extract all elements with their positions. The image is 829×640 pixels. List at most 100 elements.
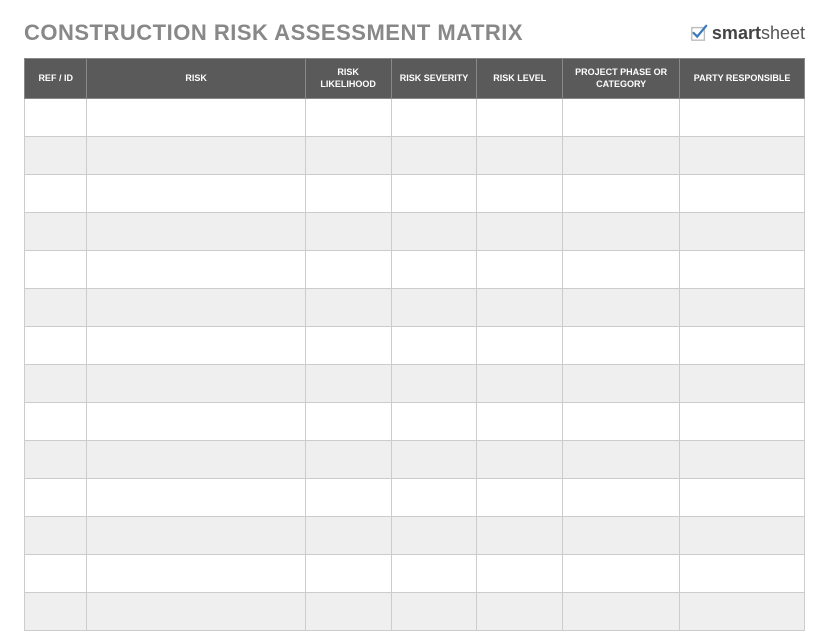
risk-matrix-table: REF / ID RISK RISK LIKELIHOOD RISK SEVER… xyxy=(24,58,805,631)
col-header-likelihood: RISK LIKELIHOOD xyxy=(305,59,391,99)
cell-ref xyxy=(25,555,87,593)
cell-severity xyxy=(391,479,477,517)
table-row xyxy=(25,289,805,327)
cell-ref xyxy=(25,517,87,555)
cell-likelihood xyxy=(305,441,391,479)
cell-severity xyxy=(391,441,477,479)
cell-level xyxy=(477,213,563,251)
cell-level xyxy=(477,175,563,213)
cell-party xyxy=(680,213,805,251)
cell-likelihood xyxy=(305,479,391,517)
cell-risk xyxy=(87,213,305,251)
cell-risk xyxy=(87,555,305,593)
cell-phase xyxy=(563,327,680,365)
cell-level xyxy=(477,403,563,441)
col-header-risk: RISK xyxy=(87,59,305,99)
cell-risk xyxy=(87,175,305,213)
table-row xyxy=(25,327,805,365)
cell-level xyxy=(477,327,563,365)
brand-name: smartsheet xyxy=(712,23,805,44)
cell-level xyxy=(477,289,563,327)
brand-logo: smartsheet xyxy=(690,23,805,44)
table-header-row: REF / ID RISK RISK LIKELIHOOD RISK SEVER… xyxy=(25,59,805,99)
cell-level xyxy=(477,555,563,593)
cell-ref xyxy=(25,137,87,175)
cell-party xyxy=(680,593,805,631)
cell-ref xyxy=(25,479,87,517)
cell-likelihood xyxy=(305,99,391,137)
cell-ref xyxy=(25,441,87,479)
cell-severity xyxy=(391,517,477,555)
cell-ref xyxy=(25,99,87,137)
cell-phase xyxy=(563,441,680,479)
cell-severity xyxy=(391,175,477,213)
checkmark-icon xyxy=(690,24,708,42)
cell-severity xyxy=(391,251,477,289)
cell-risk xyxy=(87,517,305,555)
cell-severity xyxy=(391,99,477,137)
cell-severity xyxy=(391,403,477,441)
table-row xyxy=(25,441,805,479)
col-header-ref: REF / ID xyxy=(25,59,87,99)
cell-likelihood xyxy=(305,327,391,365)
cell-phase xyxy=(563,593,680,631)
cell-likelihood xyxy=(305,555,391,593)
table-row xyxy=(25,403,805,441)
cell-ref xyxy=(25,593,87,631)
cell-party xyxy=(680,327,805,365)
cell-level xyxy=(477,137,563,175)
cell-level xyxy=(477,251,563,289)
cell-severity xyxy=(391,365,477,403)
table-body xyxy=(25,99,805,631)
cell-risk xyxy=(87,327,305,365)
cell-party xyxy=(680,251,805,289)
cell-phase xyxy=(563,555,680,593)
cell-ref xyxy=(25,365,87,403)
table-row xyxy=(25,593,805,631)
cell-likelihood xyxy=(305,251,391,289)
table-row xyxy=(25,99,805,137)
cell-party xyxy=(680,479,805,517)
cell-risk xyxy=(87,289,305,327)
cell-likelihood xyxy=(305,175,391,213)
table-row xyxy=(25,479,805,517)
cell-likelihood xyxy=(305,365,391,403)
cell-severity xyxy=(391,213,477,251)
table-row xyxy=(25,213,805,251)
cell-party xyxy=(680,289,805,327)
cell-risk xyxy=(87,251,305,289)
cell-party xyxy=(680,517,805,555)
table-row xyxy=(25,365,805,403)
table-row xyxy=(25,555,805,593)
cell-severity xyxy=(391,327,477,365)
table-row xyxy=(25,251,805,289)
page-title: CONSTRUCTION RISK ASSESSMENT MATRIX xyxy=(24,20,523,46)
cell-severity xyxy=(391,593,477,631)
cell-likelihood xyxy=(305,137,391,175)
cell-severity xyxy=(391,289,477,327)
cell-party xyxy=(680,441,805,479)
cell-ref xyxy=(25,213,87,251)
cell-phase xyxy=(563,403,680,441)
cell-phase xyxy=(563,213,680,251)
cell-phase xyxy=(563,517,680,555)
cell-party xyxy=(680,365,805,403)
cell-likelihood xyxy=(305,403,391,441)
col-header-party: PARTY RESPONSIBLE xyxy=(680,59,805,99)
cell-level xyxy=(477,517,563,555)
cell-level xyxy=(477,441,563,479)
cell-ref xyxy=(25,175,87,213)
cell-risk xyxy=(87,593,305,631)
table-row xyxy=(25,517,805,555)
col-header-level: RISK LEVEL xyxy=(477,59,563,99)
cell-ref xyxy=(25,289,87,327)
cell-ref xyxy=(25,327,87,365)
cell-level xyxy=(477,365,563,403)
cell-phase xyxy=(563,479,680,517)
cell-phase xyxy=(563,175,680,213)
cell-phase xyxy=(563,137,680,175)
cell-likelihood xyxy=(305,213,391,251)
cell-severity xyxy=(391,555,477,593)
col-header-phase: PROJECT PHASE OR CATEGORY xyxy=(563,59,680,99)
cell-party xyxy=(680,99,805,137)
